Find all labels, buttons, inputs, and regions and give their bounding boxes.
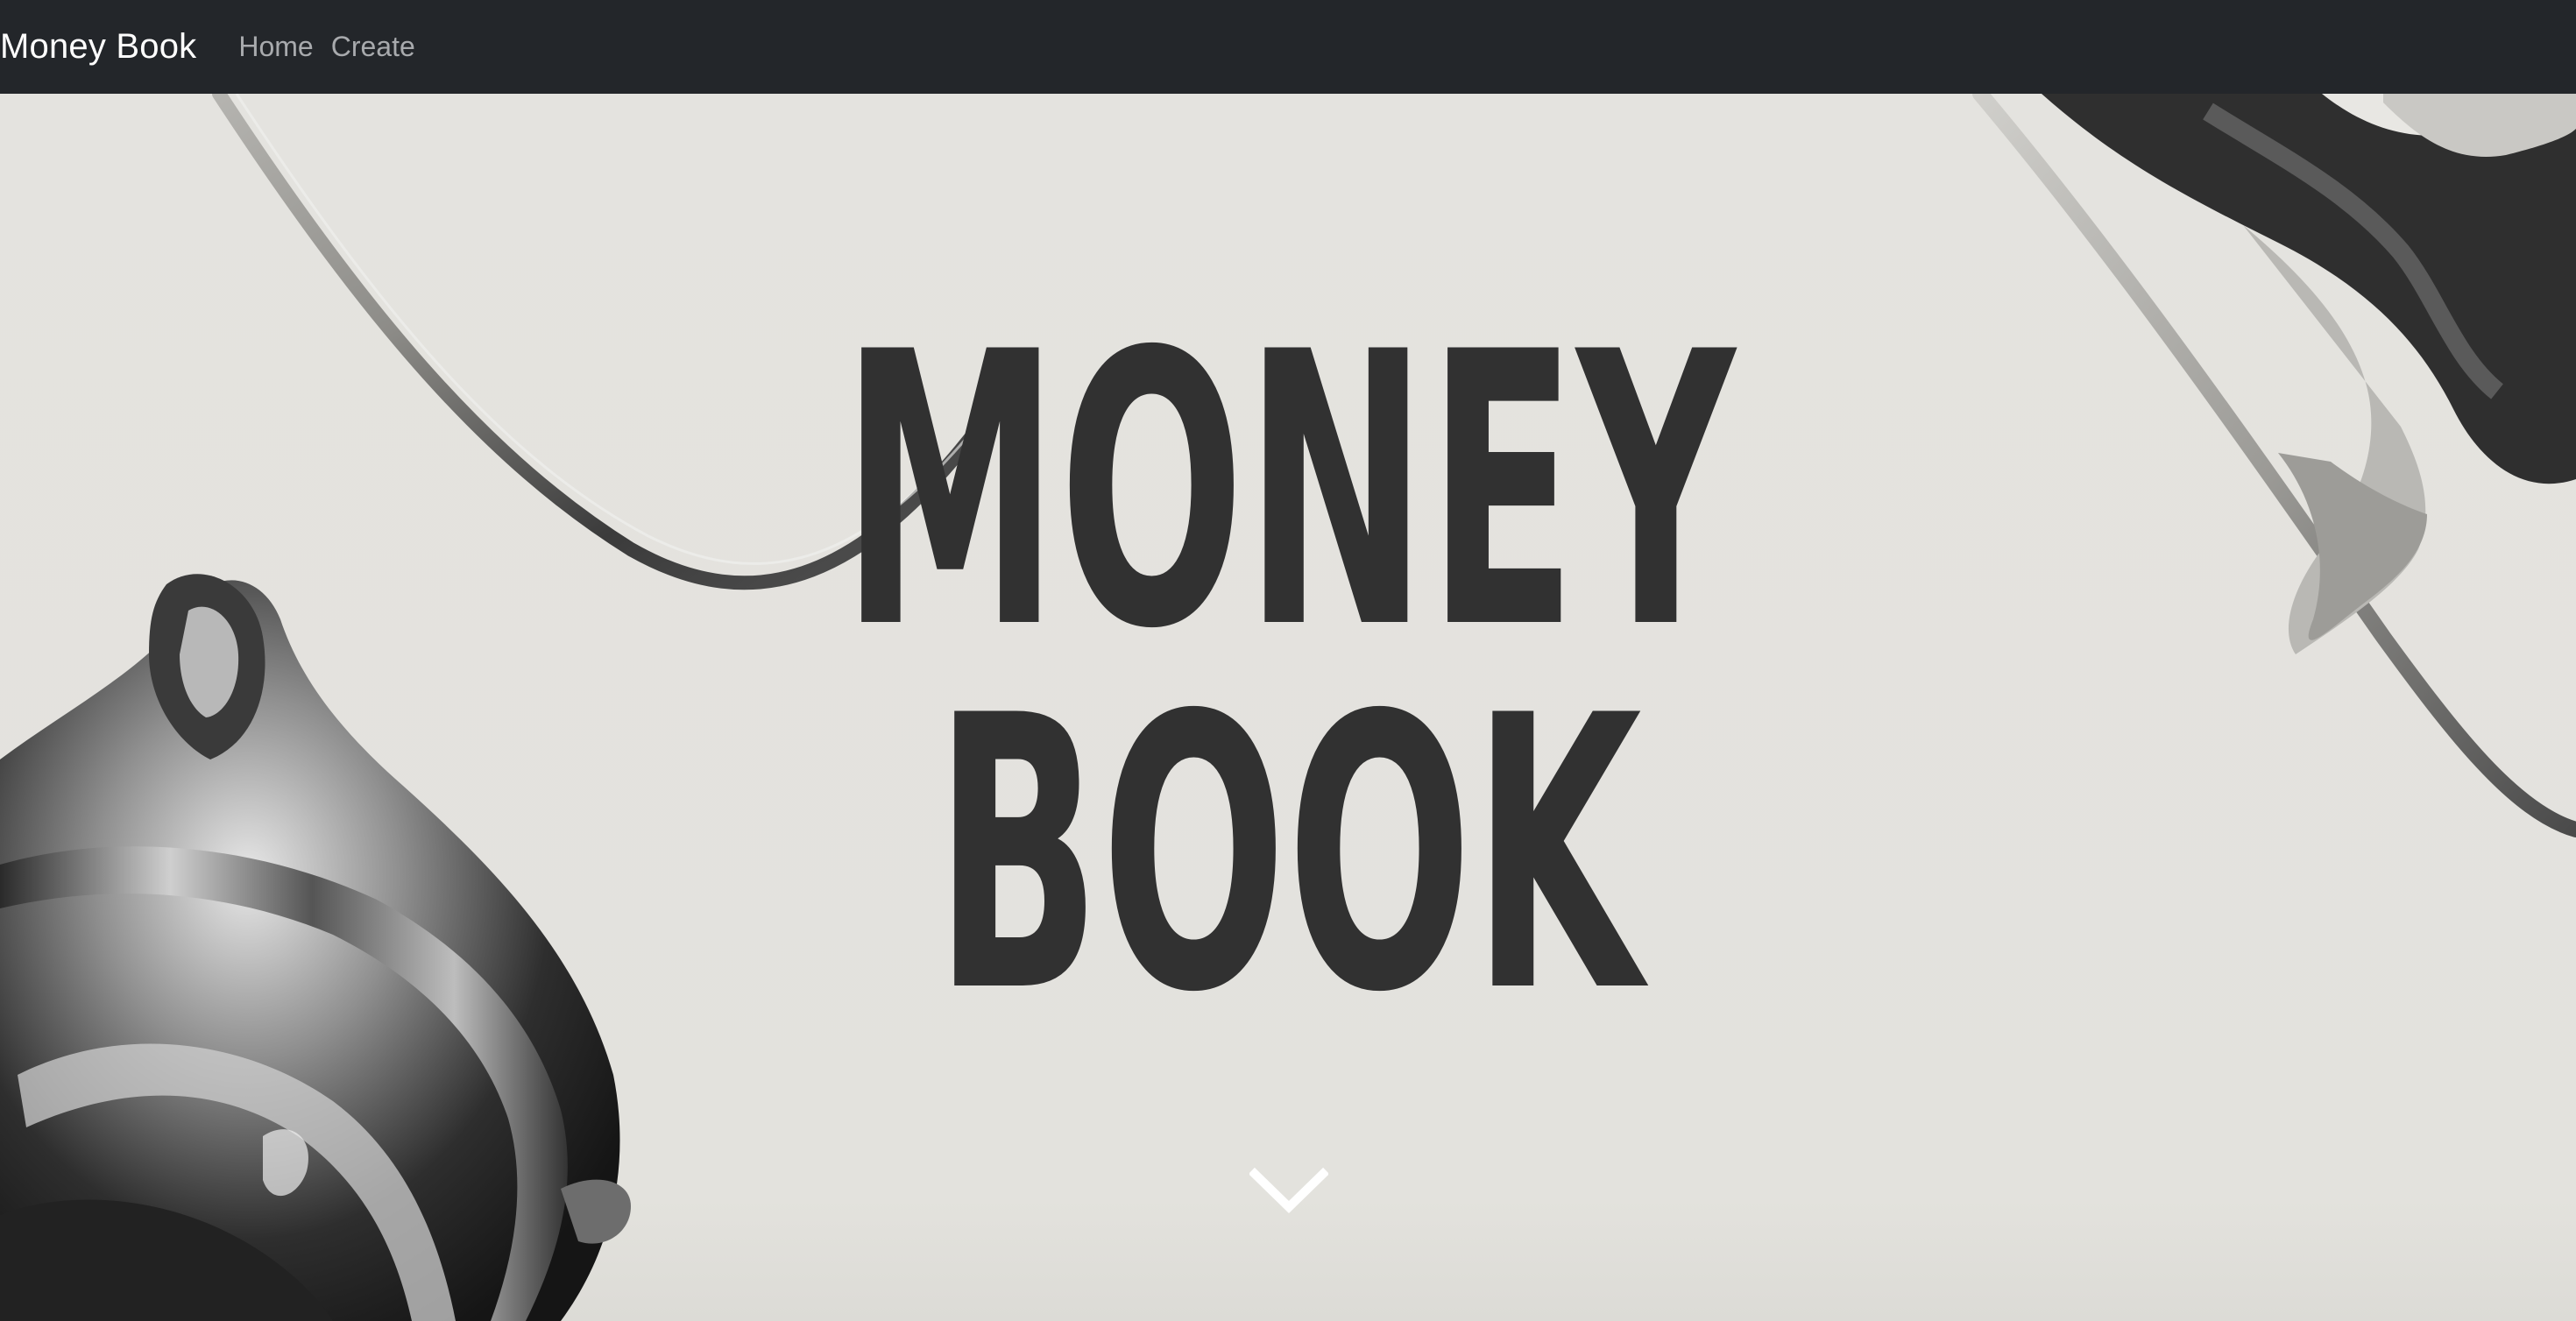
hero-title-book: BOOK <box>934 637 1642 1075</box>
hero-section: MONEY BOOK <box>0 94 2576 1321</box>
chevron-down-icon[interactable] <box>1249 1167 1328 1219</box>
hero-title-line2: BOOK <box>0 668 2576 1044</box>
nav-link-create[interactable]: Create <box>331 31 415 63</box>
hero-title-line1: MONEY <box>0 304 2576 681</box>
navbar: Money Book Home Create <box>0 0 2576 94</box>
brand-link[interactable]: Money Book <box>0 27 196 67</box>
hero-title-money: MONEY <box>841 273 1735 711</box>
nav-link-home[interactable]: Home <box>238 31 313 63</box>
